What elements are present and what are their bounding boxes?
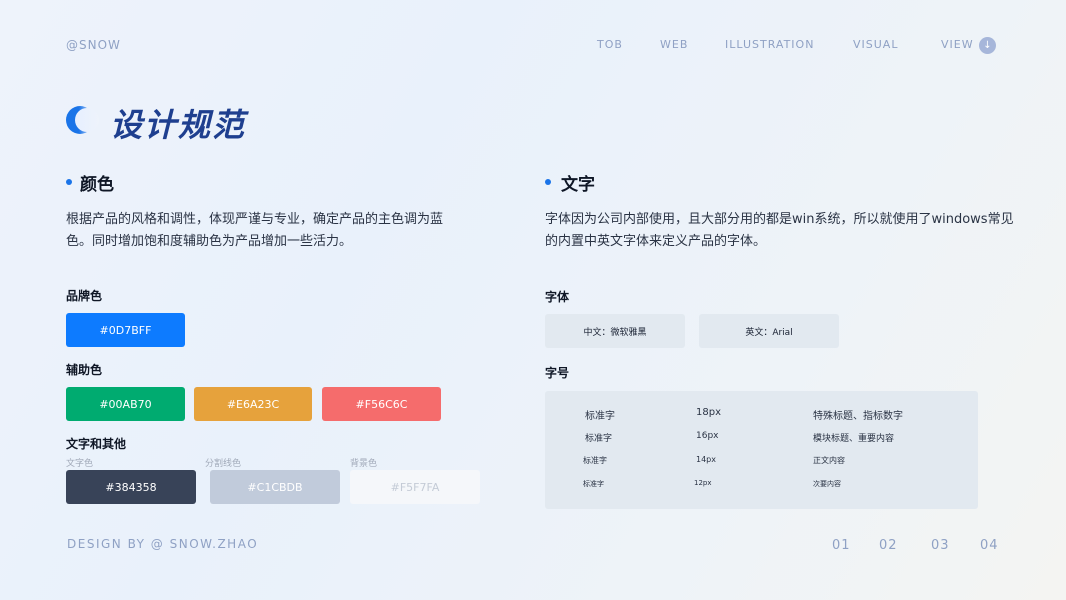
color-section-title: 颜色: [80, 175, 114, 195]
text-color-swatch: #384358: [66, 470, 196, 504]
nav-view[interactable]: VIEW: [941, 38, 974, 51]
aux-color-swatch-green: #00AB70: [66, 387, 185, 421]
text-description-line1: 字体因为公司内部使用，且大部分用的都是win系统，所以就使用了windows常见: [545, 212, 1014, 227]
size-value: 12px: [694, 479, 712, 487]
size-value: 16px: [696, 431, 719, 441]
font-size-label: 字号: [545, 366, 570, 380]
nav-tob[interactable]: TOB: [597, 38, 623, 51]
size-usage: 模块标题、重要内容: [813, 434, 895, 444]
size-name: 标准字: [583, 456, 607, 465]
nav-visual[interactable]: VISUAL: [853, 38, 898, 51]
section-bullet: [545, 179, 551, 185]
footer-credit: DESIGN BY @ SNOW.ZHAO: [67, 537, 259, 551]
font-english-box: 英文：Arial: [699, 314, 839, 348]
text-section-title: 文字: [561, 175, 595, 195]
background-color-label: 背景色: [350, 459, 378, 469]
aux-color-swatch-red: #F56C6C: [322, 387, 441, 421]
divider-color-label: 分割线色: [205, 459, 242, 469]
background-color-swatch: #F5F7FA: [350, 470, 480, 504]
size-usage: 正文内容: [813, 456, 845, 465]
page-link-04[interactable]: 04: [980, 538, 999, 553]
divider-color-swatch: #C1CBDB: [210, 470, 340, 504]
size-name: 标准字: [583, 480, 604, 488]
color-description-line1: 根据产品的风格和调性，体现严谨与专业，确定产品的主色调为蓝: [66, 212, 444, 227]
font-chinese-box: 中文：微软雅黑: [545, 314, 685, 348]
text-description-line2: 的内置中英文字体来定义产品的字体。: [545, 234, 767, 249]
aux-color-swatch-orange: #E6A23C: [194, 387, 312, 421]
section-bullet: [66, 179, 72, 185]
page-link-03[interactable]: 03: [931, 538, 950, 553]
nav-web[interactable]: WEB: [660, 38, 688, 51]
other-color-label: 文字和其他: [66, 437, 127, 451]
color-description-line2: 色。同时增加饱和度辅助色为产品增加一些活力。: [66, 234, 353, 249]
page-link-02[interactable]: 02: [879, 538, 898, 553]
moon-logo-icon: [66, 106, 99, 134]
size-usage: 次要内容: [813, 480, 841, 488]
nav-illustration[interactable]: ILLUSTRATION: [725, 38, 814, 51]
arrow-down-icon[interactable]: ↓: [979, 37, 996, 54]
brand-logo-text: @SNOW: [66, 38, 121, 52]
size-usage: 特殊标题、指标数字: [813, 411, 903, 422]
page-title: 设计规范: [110, 106, 247, 144]
size-value: 18px: [696, 407, 721, 418]
aux-color-label: 辅助色: [66, 363, 103, 377]
brand-color-label: 品牌色: [66, 289, 103, 303]
size-name: 标准字: [585, 434, 613, 444]
page-link-01[interactable]: 01: [832, 538, 851, 553]
size-name: 标准字: [585, 411, 615, 422]
font-label: 字体: [545, 290, 570, 304]
brand-color-swatch: #0D7BFF: [66, 313, 185, 347]
size-value: 14px: [696, 455, 716, 464]
font-size-panel: 标准字 18px 特殊标题、指标数字 标准字 16px 模块标题、重要内容 标准…: [545, 391, 978, 509]
text-color-label: 文字色: [66, 459, 94, 469]
